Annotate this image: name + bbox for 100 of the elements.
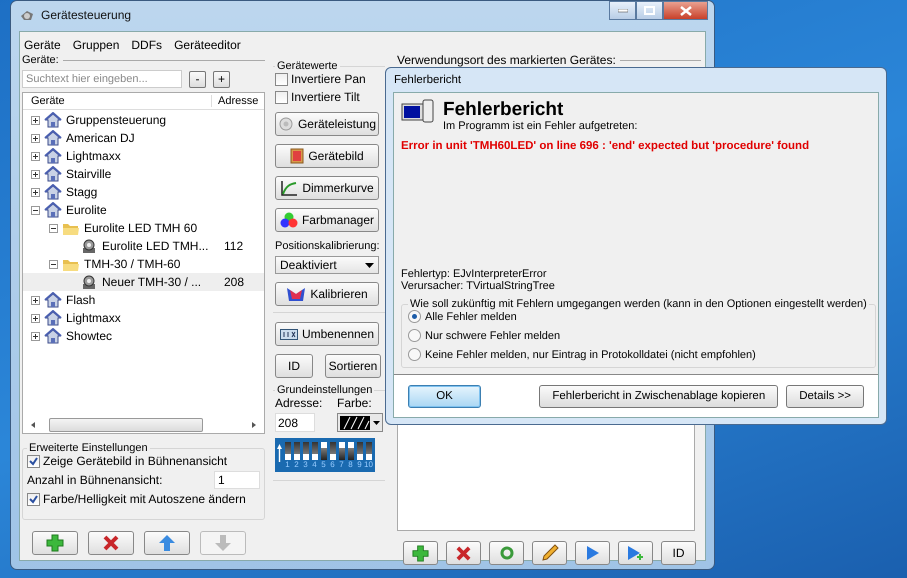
menu-item[interactable]: Gruppen [72, 38, 120, 52]
tree-row[interactable]: TMH-30 / TMH-60 [23, 255, 264, 273]
dialog-button[interactable]: Fehlerbericht in Zwischenablage kopieren [539, 384, 778, 408]
tree-row[interactable]: Lightmaxx [23, 309, 264, 327]
dialog-button[interactable]: OK [408, 384, 481, 408]
checkbox[interactable] [275, 90, 288, 104]
check-icon [29, 494, 38, 504]
house-icon [44, 130, 62, 146]
tree-row[interactable]: Showtec [23, 327, 264, 345]
tree-row[interactable]: Eurolite [23, 201, 264, 219]
scroll-left-icon[interactable] [29, 421, 37, 429]
scroll-right-icon[interactable] [250, 421, 258, 429]
collapse-icon[interactable] [49, 224, 58, 232]
dip-switch[interactable] [356, 442, 362, 460]
minimize-button[interactable] [609, 1, 636, 20]
radio-button[interactable] [408, 329, 421, 342]
menu-item[interactable]: Geräteeditor [174, 38, 241, 52]
play-icon [586, 545, 600, 561]
search-field[interactable]: Suchtext hier eingeben... [22, 70, 182, 88]
dip-switch[interactable] [284, 442, 290, 460]
dip-switch[interactable] [302, 442, 308, 460]
dip-switch[interactable] [348, 442, 354, 460]
delete-button[interactable] [446, 541, 481, 565]
expand-icon[interactable] [31, 134, 40, 142]
tree-row[interactable]: American DJ [23, 129, 264, 147]
action-button[interactable]: Geräteleistung [275, 112, 379, 136]
play-button[interactable] [575, 541, 610, 565]
sort-button[interactable]: Sortieren [325, 354, 381, 378]
dip-switch[interactable] [312, 442, 318, 460]
column-header[interactable]: Adresse [212, 95, 258, 107]
dip-switch[interactable] [320, 442, 326, 460]
add-button[interactable] [32, 531, 78, 555]
radio-button[interactable] [408, 310, 421, 323]
house-icon [44, 148, 62, 164]
action-button[interactable]: Dimmerkurve [275, 176, 379, 200]
up-button[interactable] [144, 531, 190, 555]
column-header[interactable]: Geräte [23, 95, 212, 107]
small-button[interactable]: + [213, 70, 230, 88]
usage-label: Verwendungsort des markierten Gerätes: [397, 53, 616, 67]
group-title: Gerätewerte [276, 60, 339, 72]
menu-item[interactable]: DDFs [131, 38, 162, 52]
color-dropdown[interactable] [337, 413, 383, 432]
collapse-icon[interactable] [49, 260, 58, 268]
delete-button[interactable] [88, 531, 134, 555]
dip-switch[interactable] [330, 442, 336, 460]
calibration-dropdown[interactable]: Deaktiviert [275, 256, 379, 274]
menu-item[interactable]: Geräte [24, 38, 61, 52]
id-button[interactable]: ID [661, 541, 696, 565]
dip-switch[interactable] [366, 442, 372, 460]
tree-row[interactable]: Gruppensteuerung [23, 111, 264, 129]
dialog-button[interactable]: Details >> [786, 384, 864, 408]
expand-icon[interactable] [31, 188, 40, 196]
small-button[interactable]: - [189, 70, 206, 88]
expand-icon[interactable] [31, 116, 40, 124]
address-field[interactable]: 208 [275, 413, 315, 432]
maximize-button[interactable] [636, 1, 663, 20]
lamp-icon [278, 116, 294, 132]
checkbox[interactable] [27, 454, 40, 468]
plus-icon [46, 534, 64, 552]
tree-row[interactable]: Lightmaxx [23, 147, 264, 165]
checkbox[interactable] [27, 492, 40, 506]
switch-number: 9 [357, 460, 362, 469]
checkbox-label: Zeige Gerätebild in Bühnenansicht [43, 454, 228, 468]
text-field-icon [280, 328, 298, 340]
expand-icon[interactable] [31, 296, 40, 304]
dip-switch[interactable] [294, 442, 300, 460]
expand-icon[interactable] [31, 314, 40, 322]
tree-item-label: Eurolite [66, 203, 108, 217]
rename-button[interactable]: Umbenennen [275, 322, 379, 346]
up-arrow-icon [158, 534, 176, 552]
refresh-button[interactable] [489, 541, 524, 565]
tree-item-label: Stagg [66, 185, 98, 199]
edit-button[interactable] [532, 541, 567, 565]
expand-icon[interactable] [31, 152, 40, 160]
action-button[interactable]: Farbmanager [275, 208, 379, 232]
tree-row[interactable]: Eurolite LED TMH 60 [23, 219, 264, 237]
play-add-button[interactable] [618, 541, 653, 565]
devices-label: Geräte: [22, 54, 59, 66]
tree-row[interactable]: Stagg [23, 183, 264, 201]
expand-icon[interactable] [31, 170, 40, 178]
close-button[interactable] [663, 1, 708, 20]
action-button[interactable]: Gerätebild [275, 144, 379, 168]
dip-switch[interactable] [338, 442, 344, 460]
tree-row[interactable]: Flash [23, 291, 264, 309]
address-label: Adresse: [275, 396, 322, 410]
id-button[interactable]: ID [275, 354, 313, 378]
tree-row[interactable]: Neuer TMH-30 / ... 208 [23, 273, 264, 291]
switch-number: 3 [303, 460, 308, 469]
tree-item-label: Showtec [66, 329, 114, 343]
tree-row[interactable]: Eurolite LED TMH... 112 [23, 237, 264, 255]
tree-row[interactable]: Stairville [23, 165, 264, 183]
radio-button[interactable] [408, 348, 421, 361]
count-field[interactable]: 1 [214, 471, 260, 489]
add-button[interactable] [403, 541, 438, 565]
checkbox[interactable] [275, 72, 288, 86]
collapse-icon[interactable] [31, 206, 40, 214]
scrollbar-thumb[interactable] [49, 418, 203, 432]
tree-item-label: American DJ [66, 131, 136, 145]
calibrate-button[interactable]: Kalibrieren [275, 282, 379, 306]
expand-icon[interactable] [31, 332, 40, 340]
